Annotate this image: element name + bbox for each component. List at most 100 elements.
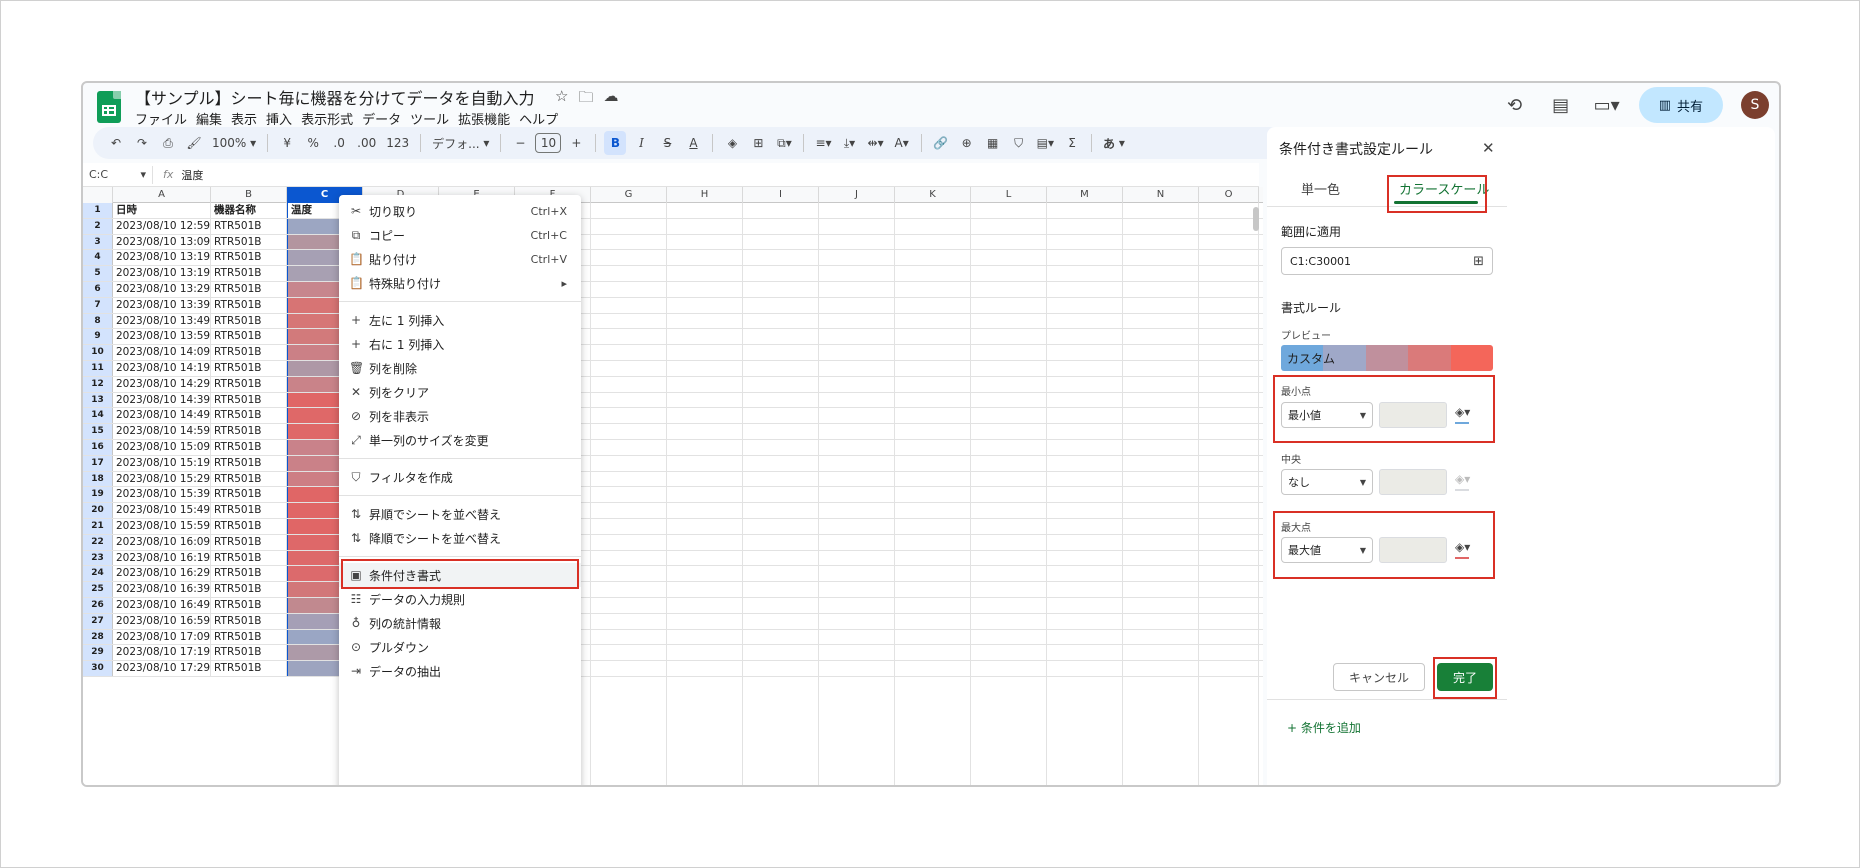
vertical-align-icon[interactable]: ⤓▾ (839, 131, 861, 155)
redo-icon[interactable]: ↷ (131, 131, 153, 155)
close-icon[interactable]: ✕ (1482, 139, 1495, 157)
sheets-logo-icon[interactable] (97, 91, 121, 123)
italic-button[interactable]: I (630, 131, 652, 155)
menu-item-cut[interactable]: ✂ 切り取り Ctrl+X (339, 199, 581, 223)
menu-data[interactable]: データ (362, 109, 401, 128)
row-number[interactable]: 1 (83, 203, 113, 218)
strikethrough-button[interactable]: S (656, 131, 678, 155)
tab-single-color[interactable]: 単一色 (1301, 179, 1340, 198)
fill-color-icon[interactable]: ◈ (721, 131, 743, 155)
row-number[interactable]: 10 (83, 345, 113, 360)
cell-datetime[interactable]: 2023/08/10 14:39:26 (113, 392, 211, 408)
row-number[interactable]: 29 (83, 645, 113, 661)
undo-icon[interactable]: ↶ (105, 131, 127, 155)
column-header-k[interactable]: K (895, 187, 971, 203)
cell-datetime[interactable]: 2023/08/10 15:49:27 (113, 503, 211, 518)
version-history-icon[interactable]: ⟲ (1501, 95, 1529, 116)
cell-datetime[interactable]: 2023/08/10 14:09:27 (113, 345, 211, 360)
cell-device[interactable]: RTR501B (211, 629, 287, 645)
row-number[interactable]: 5 (83, 266, 113, 281)
menu-item-delete-column[interactable]: 🗑 列を削除 (339, 356, 581, 380)
currency-button[interactable]: ¥ (276, 131, 298, 155)
menu-item-data-validation[interactable]: ☷ データの入力規則 (339, 587, 581, 611)
row-number[interactable]: 27 (83, 613, 113, 629)
cell-datetime[interactable]: 2023/08/10 16:29:27 (113, 566, 211, 582)
cell-device[interactable]: 機器名称 (211, 203, 287, 218)
font-size-decrease-button[interactable]: − (509, 131, 531, 155)
chart-icon[interactable]: ▦ (982, 131, 1004, 155)
horizontal-align-icon[interactable]: ≡▾ (812, 131, 834, 155)
menu-extensions[interactable]: 拡張機能 (458, 109, 510, 128)
done-button[interactable]: 完了 (1437, 663, 1493, 691)
row-number[interactable]: 20 (83, 503, 113, 518)
font-size-input[interactable]: 10 (535, 133, 562, 153)
menu-item-data-extract[interactable]: ⇥ データの抽出 (339, 659, 581, 683)
cell-datetime[interactable]: 2023/08/10 16:09:27 (113, 534, 211, 550)
row-number[interactable]: 17 (83, 455, 113, 471)
move-folder-icon[interactable]: 🗀 (578, 87, 593, 112)
cell-device[interactable]: RTR501B (211, 361, 287, 376)
cell-device[interactable]: RTR501B (211, 218, 287, 234)
cell-datetime[interactable]: 2023/08/10 13:49:27 (113, 313, 211, 329)
cell-device[interactable]: RTR501B (211, 376, 287, 392)
cell-device[interactable]: RTR501B (211, 313, 287, 329)
menu-item-insert-right[interactable]: + 右に 1 列挿入 (339, 332, 581, 356)
min-type-select[interactable]: 最小値 ▼ (1281, 402, 1373, 428)
cell-datetime[interactable]: 2023/08/10 15:19:27 (113, 455, 211, 471)
name-box[interactable]: C:C ▾ (83, 165, 153, 184)
cell-device[interactable]: RTR501B (211, 503, 287, 518)
row-number[interactable]: 6 (83, 282, 113, 297)
menu-item-column-stats[interactable]: ♁ 列の統計情報 (339, 611, 581, 635)
cell-device[interactable]: RTR501B (211, 582, 287, 597)
cell-device[interactable]: RTR501B (211, 329, 287, 345)
cell-device[interactable]: RTR501B (211, 613, 287, 629)
cell-device[interactable]: RTR501B (211, 392, 287, 408)
menu-insert[interactable]: 挿入 (266, 109, 292, 128)
cell-datetime[interactable]: 日時 (113, 203, 211, 218)
row-number[interactable]: 12 (83, 376, 113, 392)
column-header-b[interactable]: B (211, 187, 287, 203)
row-number[interactable]: 9 (83, 329, 113, 345)
sheet-grid[interactable]: ABCDEFGHIJKLMNO 1日時機器名称温度22023/08/10 12:… (83, 187, 1263, 785)
cell-datetime[interactable]: 2023/08/10 14:29:26 (113, 376, 211, 392)
formula-input[interactable]: 温度 (181, 167, 203, 183)
share-button[interactable]: ▥ 共有 (1638, 87, 1723, 123)
menu-item-paste-special[interactable]: 📋 特殊貼り付け ▸ (339, 271, 581, 295)
meet-icon[interactable]: ▭▾ (1593, 95, 1621, 116)
row-number[interactable]: 8 (83, 313, 113, 329)
menu-item-dropdown[interactable]: ⊙ プルダウン (339, 635, 581, 659)
cell-device[interactable]: RTR501B (211, 408, 287, 424)
row-number[interactable]: 30 (83, 661, 113, 676)
row-number[interactable]: 26 (83, 598, 113, 613)
cell-datetime[interactable]: 2023/08/10 13:29:27 (113, 282, 211, 297)
cell-datetime[interactable]: 2023/08/10 17:29:27 (113, 661, 211, 676)
menu-item-insert-left[interactable]: + 左に 1 列挿入 (339, 308, 581, 332)
cell-datetime[interactable]: 2023/08/10 16:59:27 (113, 613, 211, 629)
cell-datetime[interactable]: 2023/08/10 15:39:27 (113, 487, 211, 503)
row-number[interactable]: 21 (83, 519, 113, 534)
row-number[interactable]: 7 (83, 297, 113, 313)
cell-device[interactable]: RTR501B (211, 282, 287, 297)
cell-device[interactable]: RTR501B (211, 645, 287, 661)
comment-icon[interactable]: ⊕ (956, 131, 978, 155)
cell-device[interactable]: RTR501B (211, 424, 287, 439)
cell-datetime[interactable]: 2023/08/10 16:49:27 (113, 598, 211, 613)
row-number[interactable]: 4 (83, 250, 113, 266)
cell-datetime[interactable]: 2023/08/10 14:49:26 (113, 408, 211, 424)
cell-datetime[interactable]: 2023/08/10 16:39:27 (113, 582, 211, 597)
decrease-decimal-button[interactable]: .0 (328, 131, 350, 155)
tab-color-scale[interactable]: カラースケール (1399, 179, 1489, 198)
column-header-j[interactable]: J (819, 187, 895, 203)
range-input[interactable]: C1:C30001 ⊞ (1281, 247, 1493, 275)
paint-format-icon[interactable]: 🖌 (183, 131, 205, 155)
comments-icon[interactable]: ▤ (1547, 95, 1575, 116)
vertical-scrollbar[interactable] (1253, 207, 1259, 231)
row-number[interactable]: 19 (83, 487, 113, 503)
column-header-g[interactable]: G (591, 187, 667, 203)
column-header-a[interactable]: A (113, 187, 211, 203)
print-icon[interactable]: ⎙ (157, 131, 179, 155)
increase-decimal-button[interactable]: .00 (354, 131, 379, 155)
cell-device[interactable]: RTR501B (211, 550, 287, 566)
row-number[interactable]: 11 (83, 361, 113, 376)
cell-device[interactable]: RTR501B (211, 297, 287, 313)
